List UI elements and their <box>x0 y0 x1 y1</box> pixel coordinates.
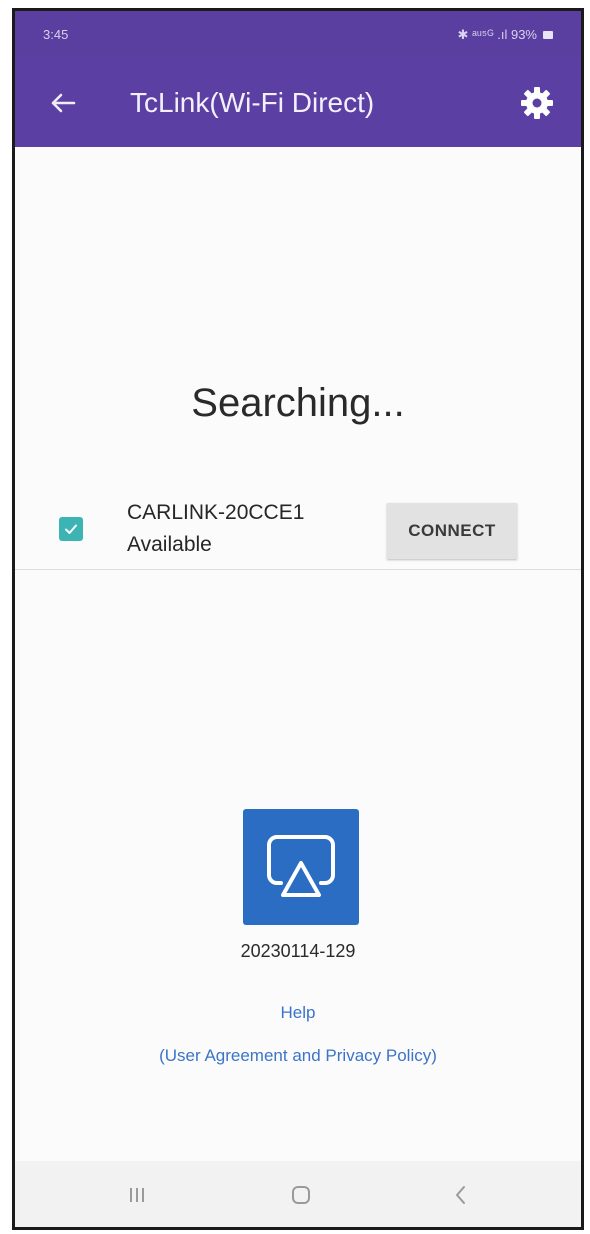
settings-button[interactable] <box>515 81 559 125</box>
device-status: Available <box>127 533 212 556</box>
recent-apps-button[interactable] <box>107 1173 167 1217</box>
app-version: 20230114-129 <box>240 941 356 961</box>
app-title: TcLink(Wi-Fi Direct) <box>130 87 375 118</box>
system-back-button[interactable] <box>431 1173 491 1217</box>
phone-screen: 3:45 ✱ ᵃᵘ⁵ᴳ .ıl 93% TcLink(Wi-Fi Direct) <box>12 8 584 1230</box>
navigation-bar <box>15 1161 581 1227</box>
status-bar: 3:45 ✱ ᵃᵘ⁵ᴳ .ıl 93% <box>15 11 581 57</box>
searching-status: Searching... <box>191 381 405 425</box>
chevron-left-icon <box>456 1186 465 1204</box>
home-icon <box>292 1186 310 1204</box>
status-time: 3:45 <box>43 27 69 42</box>
status-indicators: ✱ ᵃᵘ⁵ᴳ .ıl 93% <box>457 27 537 42</box>
gear-icon <box>521 87 553 119</box>
device-list-item[interactable]: CARLINK-20CCE1 Available CONNECT <box>15 485 581 570</box>
checkmark-icon <box>65 524 77 534</box>
help-link[interactable]: Help <box>15 1003 581 1023</box>
device-checkbox[interactable] <box>59 517 83 541</box>
privacy-policy-link[interactable]: (User Agreement and Privacy Policy) <box>15 1046 581 1066</box>
device-name: CARLINK-20CCE1 <box>127 501 305 524</box>
battery-icon <box>543 31 553 39</box>
status-indicators-group: ✱ ᵃᵘ⁵ᴳ .ıl 93% <box>457 27 553 43</box>
home-button[interactable] <box>271 1173 331 1217</box>
arrow-left-icon <box>51 93 76 113</box>
connect-button[interactable]: CONNECT <box>387 503 517 559</box>
app-bar: TcLink(Wi-Fi Direct) <box>15 57 581 147</box>
back-button[interactable] <box>43 83 83 123</box>
screen-cast-icon <box>243 809 359 925</box>
recent-apps-icon <box>130 1188 144 1202</box>
